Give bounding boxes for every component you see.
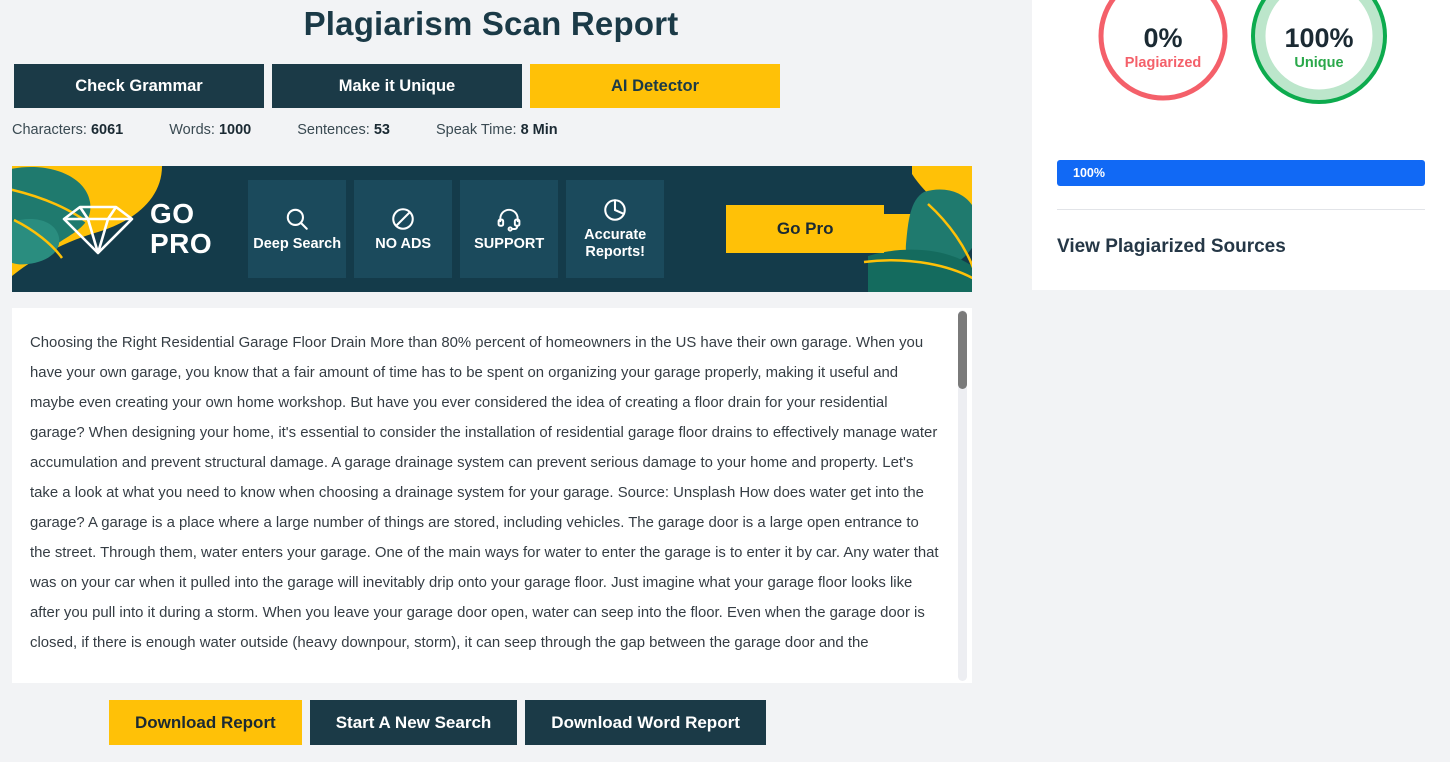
go-pro-banner-content: GO PRO Deep Search NO ADS SUPPORT Accura… — [12, 166, 972, 292]
scanned-text-content[interactable]: Choosing the Right Residential Garage Fl… — [30, 328, 942, 658]
view-plagiarized-sources-link[interactable]: View Plagiarized Sources — [1057, 236, 1286, 258]
unique-progress-bar: 100% — [1057, 160, 1425, 186]
download-word-report-button[interactable]: Download Word Report — [525, 700, 766, 745]
stat-words-label: Words: — [169, 122, 215, 138]
headset-icon — [497, 208, 521, 232]
plagiarized-gauge-label: 0% Plagiarized — [1095, 22, 1231, 72]
stat-characters-label: Characters: — [12, 122, 87, 138]
feature-deep-search-label: Deep Search — [253, 235, 342, 252]
stat-sentences-value: 53 — [373, 122, 390, 138]
go-pro-logo-line2: PRO — [150, 228, 213, 259]
check-grammar-button[interactable]: Check Grammar — [14, 64, 264, 108]
plagiarized-caption: Plagiarized — [1124, 55, 1202, 71]
search-icon — [286, 208, 308, 230]
feature-no-ads[interactable]: NO ADS — [354, 180, 453, 278]
plagiarized-value: 0% — [1143, 23, 1183, 53]
diamond-icon — [62, 205, 134, 255]
unique-gauge-label: 100% Unique — [1251, 22, 1387, 72]
results-sidebar: 0% Plagiarized 100% Unique 100% View Pla… — [1032, 0, 1450, 290]
feature-accurate-reports-label: Accurate Reports! — [584, 227, 647, 260]
gauge-unique: 100% Unique — [1251, 0, 1387, 134]
go-pro-cta-button[interactable]: Go Pro — [726, 205, 885, 253]
unique-progress-label: 100% — [1073, 166, 1105, 180]
feature-deep-search[interactable]: Deep Search — [248, 180, 347, 278]
main-content-column: Plagiarism Scan Report Check Grammar Mak… — [0, 0, 1012, 762]
unique-caption: Unique — [1294, 55, 1344, 71]
report-actions: Download Report Start A New Search Downl… — [109, 700, 766, 745]
scanned-text-panel: Choosing the Right Residential Garage Fl… — [12, 308, 972, 683]
unique-value: 100% — [1284, 23, 1354, 53]
make-it-unique-button[interactable]: Make it Unique — [272, 64, 522, 108]
page-title: Plagiarism Scan Report — [303, 5, 679, 42]
pie-chart-icon — [604, 199, 626, 221]
no-ads-icon — [392, 207, 414, 230]
sidebar-divider — [1057, 209, 1425, 210]
stat-words: Words: 1000 — [169, 122, 251, 138]
stat-speak-time-value: 8 Min — [520, 122, 558, 138]
go-pro-logo-line1: GO — [150, 198, 195, 229]
plagiarism-scan-report-page: Plagiarism Scan Report Check Grammar Mak… — [0, 0, 1450, 762]
go-pro-logo: GO PRO — [60, 199, 212, 259]
go-pro-features: Deep Search NO ADS SUPPORT Accurate Repo… — [248, 180, 665, 278]
download-report-button[interactable]: Download Report — [109, 700, 302, 745]
text-scrollbar-thumb[interactable] — [958, 311, 967, 389]
go-pro-logo-text: GO PRO — [150, 199, 212, 259]
stat-sentences-label: Sentences: — [297, 122, 370, 138]
feature-support[interactable]: SUPPORT — [460, 180, 559, 278]
gauge-plagiarized: 0% Plagiarized — [1095, 0, 1231, 134]
ai-detector-button[interactable]: AI Detector — [530, 64, 780, 108]
start-a-new-search-button[interactable]: Start A New Search — [309, 700, 518, 745]
go-pro-banner[interactable]: GO PRO Deep Search NO ADS SUPPORT Accura… — [12, 166, 972, 292]
stat-characters: Characters: 6061 — [12, 122, 123, 138]
stat-speak-time-label: Speak Time: — [435, 122, 517, 138]
document-stats: Characters: 6061 Words: 1000 Sentences: … — [12, 122, 604, 138]
stat-words-value: 1000 — [218, 122, 252, 138]
score-gauges: 0% Plagiarized 100% Unique — [1032, 0, 1450, 134]
stat-sentences: Sentences: 53 — [297, 122, 390, 138]
feature-no-ads-label: NO ADS — [375, 235, 432, 252]
feature-accurate-reports[interactable]: Accurate Reports! — [566, 180, 665, 278]
action-tabs: Check Grammar Make it Unique AI Detector — [14, 64, 780, 108]
feature-support-label: SUPPORT — [474, 235, 545, 252]
stat-characters-value: 6061 — [90, 122, 124, 138]
stat-speak-time: Speak Time: 8 Min — [436, 122, 558, 138]
